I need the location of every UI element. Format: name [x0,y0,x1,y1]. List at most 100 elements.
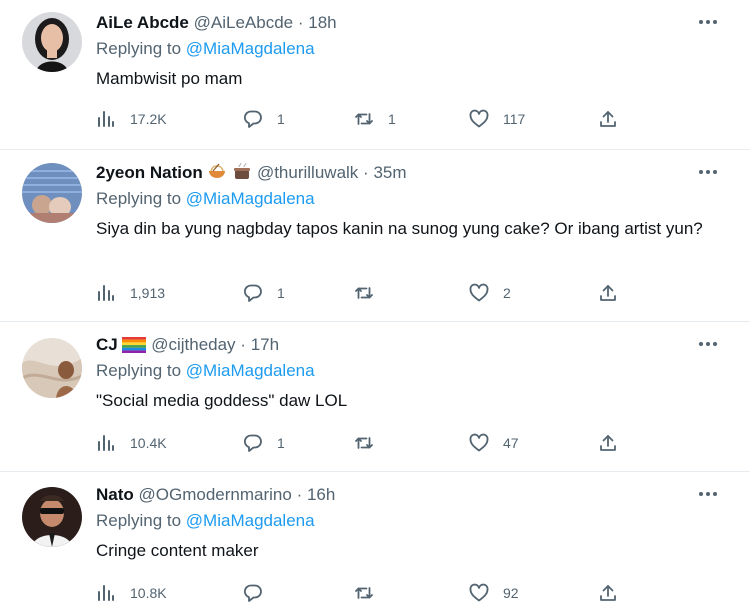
tweet-actions: 10.4K 1 47 [96,431,636,455]
timestamp[interactable]: 17h [251,335,279,354]
views-count: 17.2K [130,111,167,127]
share-button[interactable] [598,281,618,305]
views-button[interactable]: 10.8K [96,581,167,605]
heart-icon [469,433,489,452]
views-button[interactable]: 1,913 [96,281,165,305]
tweet-text: Mambwisit po mam [96,69,243,88]
noodle-bowl-emoji-icon [207,163,227,187]
share-button[interactable] [598,581,618,605]
retweet-icon [355,287,373,299]
like-button[interactable]: 92 [469,581,519,605]
timestamp[interactable]: 18h [308,13,336,32]
reply-button[interactable]: 1 [243,431,285,455]
like-count: 92 [503,585,519,601]
replying-to-line: Replying to @MiaMagdalena [96,38,315,60]
tweet-actions: 10.8K 92 [96,581,636,605]
more-options-button[interactable] [696,332,720,356]
replying-to-line: Replying to @MiaMagdalena [96,510,315,532]
user-handle[interactable]: @cijtheday [151,335,235,354]
heart-icon [469,583,489,602]
heart-icon [469,283,489,302]
tweet[interactable]: AiLe Abcde @AiLeAbcde · 18h Replying to … [0,0,750,150]
tweet[interactable]: 2yeon Nation @thurilluwalk · 35m Replyin… [0,150,750,322]
more-options-button[interactable] [696,160,720,184]
reply-bubble-icon [243,434,262,452]
display-name[interactable]: Nato [96,485,134,504]
retweet-button[interactable] [354,581,388,605]
replying-to-label: Replying to [96,361,182,380]
views-button[interactable]: 17.2K [96,107,167,131]
reply-button[interactable]: 1 [243,107,285,131]
replying-to-mention[interactable]: @MiaMagdalena [186,39,315,58]
retweet-button[interactable] [354,281,388,305]
views-count: 1,913 [130,285,166,301]
user-handle[interactable]: @OGmodernmarino [139,485,292,504]
tweet-text: "Social media goddess" daw LOL [96,391,348,410]
like-count: 117 [503,111,526,127]
views-chart-icon [98,585,114,601]
like-button[interactable]: 2 [469,281,511,305]
display-name[interactable]: 2yeon Nation [96,163,203,182]
reply-bubble-icon [243,284,262,302]
tweet-text: Siya din ba yung nagbday tapos kanin na … [96,219,703,238]
timestamp[interactable]: 16h [307,485,335,504]
views-chart-icon [98,111,114,127]
separator-dot: · [240,335,246,354]
share-upload-icon [600,585,616,601]
share-upload-icon [600,435,616,451]
retweet-button[interactable]: 1 [354,107,396,131]
more-options-button[interactable] [696,10,720,34]
reply-button[interactable]: 1 [243,281,285,305]
timestamp[interactable]: 35m [373,163,406,182]
replying-to-label: Replying to [96,189,182,208]
like-count: 2 [503,285,511,301]
retweet-icon [355,437,373,449]
tweet[interactable]: CJ @cijtheday · 17h Replying to @MiaMagd… [0,322,750,472]
avatar[interactable] [22,338,82,398]
retweet-button[interactable] [354,431,388,455]
views-chart-icon [98,285,114,301]
tweet[interactable]: Nato @OGmodernmarino · 16h Replying to @… [0,472,750,615]
retweet-icon [355,113,373,125]
replying-to-label: Replying to [96,39,182,58]
user-handle[interactable]: @AiLeAbcde [194,13,294,32]
tweet-text: Cringe content maker [96,541,259,560]
share-upload-icon [600,111,616,127]
more-options-button[interactable] [696,482,720,506]
share-button[interactable] [598,107,618,131]
more-dots-icon [699,492,717,496]
reply-button[interactable] [243,581,277,605]
share-button[interactable] [598,431,618,455]
tweet-actions: 17.2K 1 1 117 [96,107,636,131]
views-button[interactable]: 10.4K [96,431,167,455]
heart-icon [469,109,489,128]
replying-to-mention[interactable]: @MiaMagdalena [186,189,315,208]
avatar[interactable] [22,12,82,72]
avatar[interactable] [22,487,82,547]
display-name[interactable]: CJ [96,335,118,354]
like-button[interactable]: 117 [469,107,525,131]
tweet-header: CJ @cijtheday · 17h [96,334,279,359]
retweet-count: 1 [388,111,396,127]
like-button[interactable]: 47 [469,431,519,455]
views-chart-icon [98,435,114,451]
tweet-header: 2yeon Nation @thurilluwalk · 35m [96,162,407,187]
display-name[interactable]: AiLe Abcde [96,13,189,32]
views-count: 10.8K [130,585,167,601]
share-upload-icon [600,285,616,301]
separator-dot: · [363,163,369,182]
replying-to-mention[interactable]: @MiaMagdalena [186,361,315,380]
replying-to-line: Replying to @MiaMagdalena [96,360,315,382]
reply-bubble-icon [243,110,262,128]
like-count: 47 [503,435,519,451]
reply-bubble-icon [243,584,262,602]
more-dots-icon [699,170,717,174]
avatar[interactable] [22,163,82,223]
reply-feed: AiLe Abcde @AiLeAbcde · 18h Replying to … [0,0,750,615]
tweet-actions: 1,913 1 2 [96,281,636,305]
more-dots-icon [699,342,717,346]
user-handle[interactable]: @thurilluwalk [257,163,358,182]
more-dots-icon [699,20,717,24]
separator-dot: · [297,13,304,32]
replying-to-mention[interactable]: @MiaMagdalena [186,511,315,530]
